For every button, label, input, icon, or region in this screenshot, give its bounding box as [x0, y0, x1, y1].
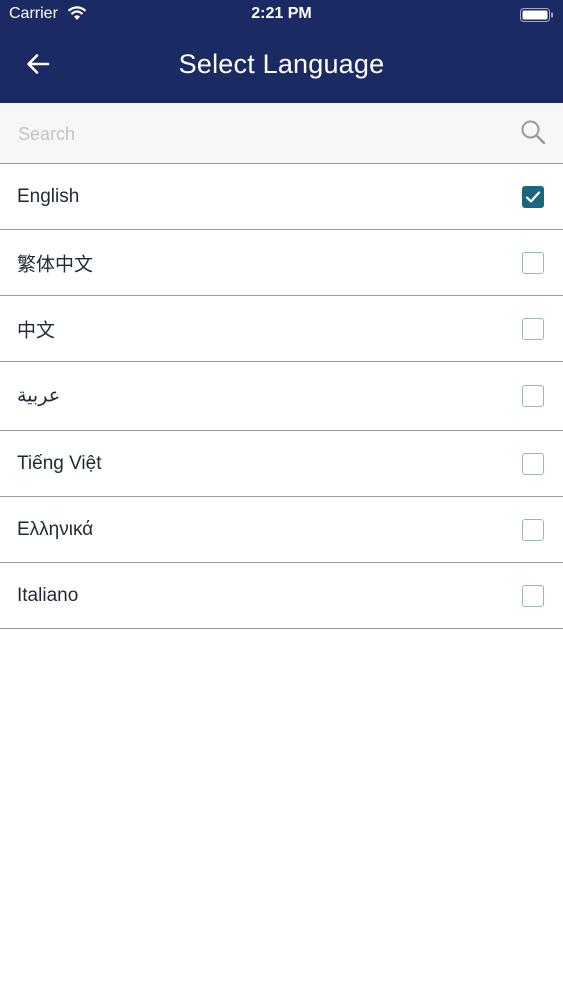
- language-row[interactable]: Tiếng Việt: [0, 431, 563, 497]
- language-row[interactable]: 中文: [0, 296, 563, 362]
- search-icon[interactable]: [520, 119, 546, 150]
- checkbox[interactable]: [522, 518, 544, 541]
- search-input[interactable]: [16, 117, 500, 151]
- language-label: Italiano: [17, 584, 79, 606]
- checkbox[interactable]: [522, 251, 544, 274]
- language-label: 中文: [17, 320, 56, 341]
- battery-icon: [520, 8, 554, 27]
- checkbox[interactable]: [522, 584, 544, 607]
- language-label: Ελληνικά: [17, 518, 94, 540]
- language-row[interactable]: Italiano: [0, 563, 563, 629]
- app-header: Carrier 2:21 PM Select Language: [0, 0, 563, 103]
- language-row[interactable]: Ελληνικά: [0, 497, 563, 563]
- status-bar: Carrier 2:21 PM: [0, 0, 563, 28]
- status-time: 2:21 PM: [251, 5, 312, 22]
- language-row[interactable]: English: [0, 164, 563, 230]
- language-list: English 繁体中文中文 عربية Tiếng Việt Ελληνικά Ital…: [0, 164, 563, 629]
- language-label: Tiếng Việt: [17, 452, 102, 474]
- checkbox[interactable]: [522, 452, 544, 475]
- language-row[interactable]: عربية: [0, 362, 563, 431]
- checkbox[interactable]: [522, 385, 544, 407]
- language-row[interactable]: 繁体中文: [0, 230, 563, 296]
- search-bar: [0, 103, 563, 164]
- checkbox[interactable]: [522, 317, 544, 340]
- language-label: عربية: [17, 385, 61, 407]
- language-label: 繁体中文: [17, 254, 94, 275]
- checkbox-checked[interactable]: [522, 185, 544, 208]
- page-title: Select Language: [178, 49, 385, 79]
- language-label: English: [17, 185, 80, 207]
